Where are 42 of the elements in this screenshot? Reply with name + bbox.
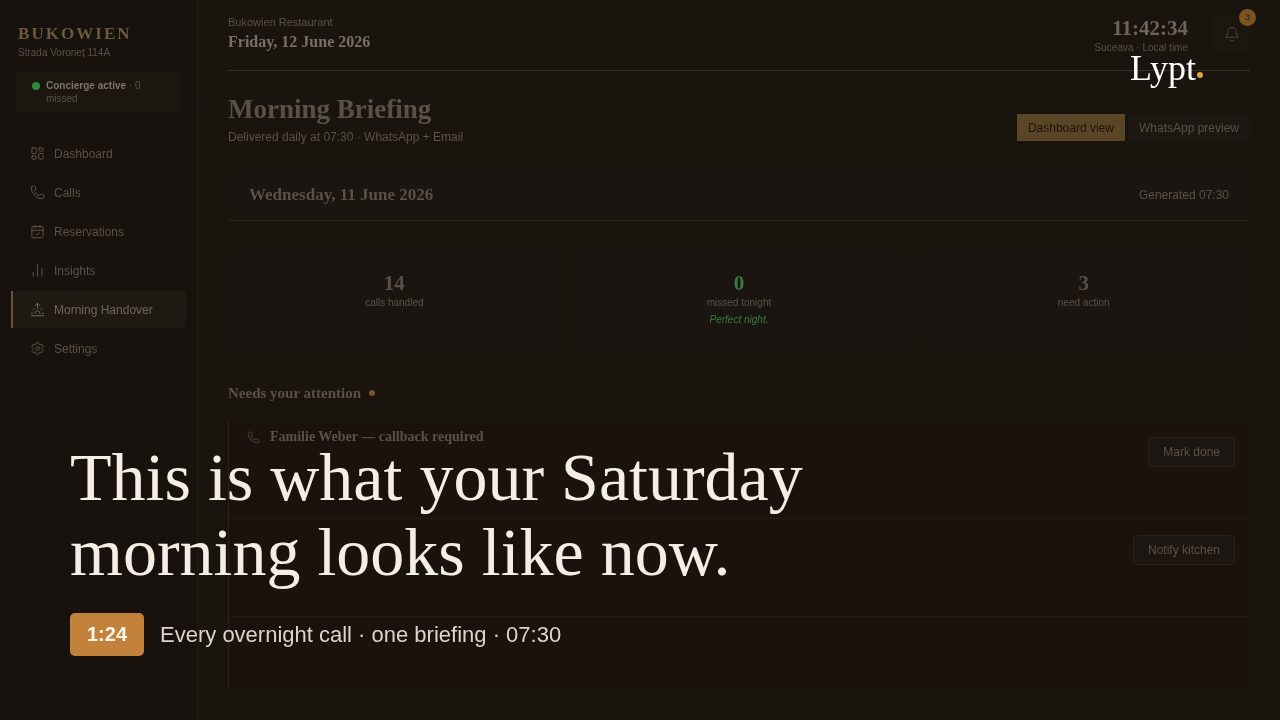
page-title: Morning Briefing — [228, 93, 433, 125]
phone-icon — [30, 185, 45, 200]
status-dot-icon — [32, 82, 40, 90]
sunrise-icon — [30, 302, 45, 317]
briefing-date: Wednesday, 11 June 2026 — [249, 184, 434, 207]
grid-icon — [30, 146, 45, 161]
stat-value: 3 — [1078, 270, 1089, 296]
bar-chart-icon — [30, 263, 45, 278]
venue-name: Bukowien Restaurant — [228, 15, 334, 29]
phone-icon — [247, 430, 260, 444]
brand-name: BUKOWIEN — [17, 24, 133, 44]
calendar-icon — [30, 224, 45, 239]
notification-count: 3 — [1239, 9, 1256, 26]
bell-icon — [1223, 25, 1240, 42]
stat-value: 14 — [383, 270, 405, 296]
timestamp-label: 1:24 — [70, 613, 145, 656]
alert-action[interactable]: Mark done — [1148, 437, 1235, 467]
page-subtitle: Delivered daily at 07:30 · WhatsApp + Email — [228, 129, 464, 145]
alert-action[interactable]: Notify kitchen — [1132, 535, 1235, 565]
nav-item[interactable]: Calls — [11, 174, 186, 211]
clock-time: 11:42:34 — [1112, 15, 1188, 41]
current-date: Friday, 12 June 2026 — [228, 32, 371, 53]
alert-title: Familie Weber — callback required — [270, 430, 484, 444]
caption-text: Every overnight call · one briefing · 07:30 — [160, 620, 562, 649]
stat-label: calls handled — [365, 296, 424, 309]
settings-icon — [30, 341, 45, 356]
section-title: Needs your attention — [228, 384, 362, 402]
headline: This is what your Saturday morning looks like now. — [70, 445, 804, 592]
address-text: Strada Voroneț 114A — [17, 47, 112, 59]
view-tab[interactable]: Dashboard view — [1016, 114, 1125, 141]
generated-time: Generated 07:30 — [1138, 187, 1229, 204]
nav-item[interactable]: Insights — [11, 252, 186, 289]
stat-value: 0 — [733, 270, 745, 296]
nav-item[interactable]: Settings — [11, 330, 186, 367]
stat-label: missed tonight — [706, 296, 772, 309]
nav-item[interactable]: Dashboard — [11, 135, 186, 172]
stat-note: Perfect night. — [709, 313, 769, 326]
logo-dot-icon — [1197, 72, 1203, 78]
dot-icon — [369, 390, 376, 396]
nav-item[interactable]: Morning Handover — [11, 291, 186, 328]
stat-label: need action — [1057, 296, 1110, 309]
nav-item[interactable]: Reservations — [11, 213, 186, 250]
